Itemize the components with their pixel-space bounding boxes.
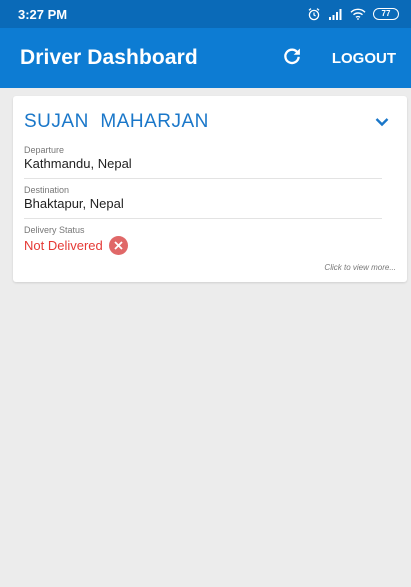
status-time: 3:27 PM <box>18 6 68 22</box>
status-icons: 77 <box>307 7 399 21</box>
departure-value: Kathmandu, Nepal <box>24 156 132 171</box>
departure-label: Departure <box>24 145 65 155</box>
app-bar: Driver Dashboard LOGOUT <box>0 28 411 88</box>
signal-icon <box>328 8 343 20</box>
wifi-icon <box>350 8 366 20</box>
refresh-icon <box>282 46 302 71</box>
delivery-status-row: Not Delivered <box>24 236 382 255</box>
driver-name: SUJAN MAHARJAN <box>24 111 209 132</box>
chevron-down-icon[interactable] <box>370 110 394 134</box>
card-header[interactable]: SUJAN MAHARJAN <box>24 96 396 144</box>
delivery-status-field: Delivery Status Not Delivered <box>24 224 382 255</box>
delivery-card[interactable]: SUJAN MAHARJAN Departure Kathmandu, Nepa… <box>13 96 407 282</box>
departure-field: Departure Kathmandu, Nepal <box>24 144 382 179</box>
page-title: Driver Dashboard <box>20 46 198 69</box>
battery-icon: 77 <box>373 8 399 20</box>
close-circle-icon <box>108 236 128 255</box>
destination-field: Destination Bhaktapur, Nepal <box>24 184 382 219</box>
delivery-status-label: Delivery Status <box>24 225 85 235</box>
delivery-status-value: Not Delivered <box>24 237 103 253</box>
status-bar: 3:27 PM 77 <box>0 0 411 28</box>
refresh-button[interactable] <box>278 44 306 72</box>
alarm-icon <box>307 7 321 21</box>
logout-button[interactable]: LOGOUT <box>328 44 400 73</box>
destination-value: Bhaktapur, Nepal <box>24 196 124 211</box>
destination-label: Destination <box>24 185 70 195</box>
view-more-link[interactable]: Click to view more... <box>324 263 396 272</box>
